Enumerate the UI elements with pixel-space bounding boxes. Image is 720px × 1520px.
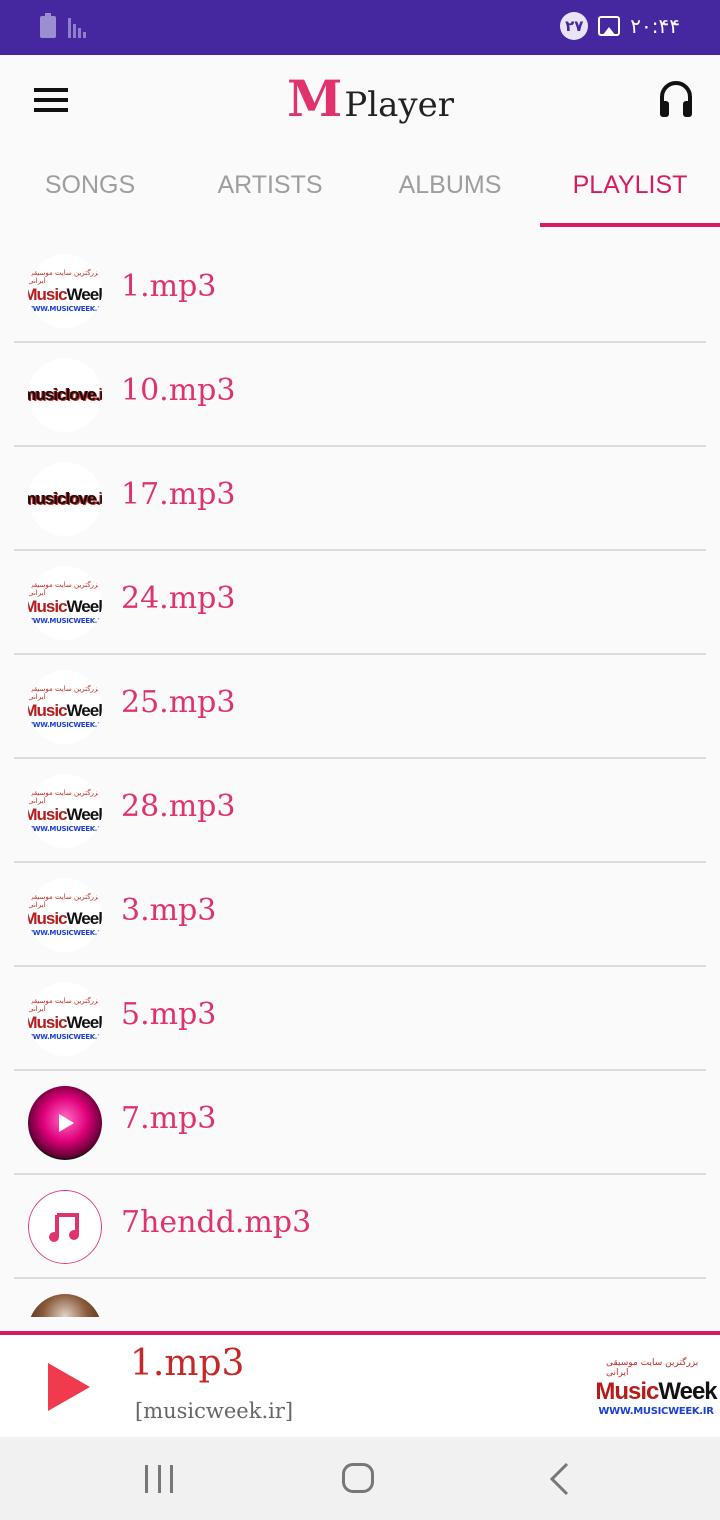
track-thumbnail: بزرگترین سایت موسیقی ایرانیMusicWeekWWW.… (28, 774, 102, 848)
track-name: 1.mp3 (121, 269, 217, 304)
home-icon[interactable] (342, 1463, 374, 1493)
tab-albums[interactable]: ALBUMS (360, 143, 540, 227)
track-thumbnail (28, 1086, 102, 1160)
musicweek-logo: بزرگترین سایت موسیقی ایرانیMusicWeekWWW.… (28, 581, 102, 625)
track-thumbnail (28, 1190, 102, 1264)
status-left (40, 13, 86, 38)
track-name: 17.mp3 (121, 477, 236, 512)
headphones-icon[interactable] (658, 79, 694, 119)
gallery-icon (598, 16, 621, 36)
playlist-item[interactable]: بزرگترین سایت موسیقی ایرانیMusicWeekWWW.… (0, 655, 720, 759)
track-name: 3.mp3 (121, 893, 217, 928)
track-thumbnail: musiclove.ir (28, 358, 102, 432)
playlist-item[interactable]: musiclove.ir 17.mp3 (0, 447, 720, 551)
photo-art (28, 1294, 102, 1317)
track-thumbnail: بزرگترین سایت موسیقی ایرانیMusicWeekWWW.… (28, 878, 102, 952)
playlist-list[interactable]: بزرگترین سایت موسیقی ایرانیMusicWeekWWW.… (0, 239, 720, 1317)
music-note-icon (28, 1190, 102, 1264)
track-thumbnail: musiclove.ir (28, 462, 102, 536)
playlist-item[interactable]: بزرگترین سایت موسیقی ایرانیMusicWeekWWW.… (0, 759, 720, 863)
playlist-item[interactable]: 7.mp3 (0, 1071, 720, 1175)
track-thumbnail: بزرگترین سایت موسیقی ایرانیMusicWeekWWW.… (28, 566, 102, 640)
now-playing-album-art[interactable]: بزرگترین سایت موسیقی ایرانی MusicWeek WW… (595, 1339, 717, 1435)
tab-artists[interactable]: ARTISTS (180, 143, 360, 227)
track-thumbnail (28, 1294, 102, 1317)
track-thumbnail: بزرگترین سایت موسیقی ایرانیMusicWeekWWW.… (28, 254, 102, 328)
playlist-item[interactable]: بزرگترین سایت موسیقی ایرانیMusicWeekWWW.… (0, 551, 720, 655)
system-nav-bar (0, 1437, 720, 1520)
app-toolbar: M Player (0, 55, 720, 143)
status-right: ٢٧ ٢٠:۴۴ (560, 12, 680, 40)
hamburger-menu-icon[interactable] (34, 88, 70, 112)
musicweek-logo: بزرگترین سایت موسیقی ایرانیMusicWeekWWW.… (28, 685, 102, 729)
tab-playlist[interactable]: PLAYLIST (540, 143, 720, 227)
now-playing-artist: [musicweek.ir] (135, 1399, 294, 1423)
now-playing-title: 1.mp3 (130, 1343, 245, 1384)
now-playing-bar[interactable]: 1.mp3 [musicweek.ir] بزرگترین سایت موسیق… (0, 1331, 720, 1437)
track-name: 10.mp3 (121, 373, 236, 408)
musicweek-logo-url: WWW.MUSICWEEK.IR (598, 1405, 714, 1417)
musicweek-logo: بزرگترین سایت موسیقی ایرانیMusicWeekWWW.… (28, 789, 102, 833)
track-thumbnail: بزرگترین سایت موسیقی ایرانیMusicWeekWWW.… (28, 982, 102, 1056)
status-bar: ٢٧ ٢٠:۴۴ (0, 0, 720, 55)
app-title-rest: Player (344, 85, 454, 125)
back-icon[interactable] (548, 1461, 570, 1497)
track-name: 7hendd.mp3 (121, 1205, 312, 1240)
musicweek-logo-farsi: بزرگترین سایت موسیقی ایرانی (606, 1357, 699, 1378)
recents-icon[interactable] (145, 1465, 173, 1493)
tab-bar: SONGS ARTISTS ALBUMS PLAYLIST (0, 143, 720, 227)
track-name: 25.mp3 (121, 685, 236, 720)
status-time: ٢٠:۴۴ (630, 14, 680, 38)
musicweek-logo: بزرگترین سایت موسیقی ایرانیMusicWeekWWW.… (28, 269, 102, 313)
app-title: M Player (287, 69, 454, 128)
signal-icon (68, 16, 86, 38)
track-name: 7.mp3 (121, 1101, 217, 1136)
battery-icon (40, 13, 56, 38)
musicweek-logo-name: MusicWeek (595, 1377, 717, 1405)
play-icon[interactable] (46, 1361, 92, 1413)
pink-play-button-art (28, 1086, 102, 1160)
tab-songs[interactable]: SONGS (0, 143, 180, 227)
playlist-item[interactable]: musiclove.ir 10.mp3 (0, 343, 720, 447)
track-name: 28.mp3 (121, 789, 236, 824)
playlist-item[interactable]: 7hendd.mp3 (0, 1175, 720, 1279)
track-thumbnail: بزرگترین سایت موسیقی ایرانیMusicWeekWWW.… (28, 670, 102, 744)
playlist-item[interactable]: بزرگترین سایت موسیقی ایرانیMusicWeekWWW.… (0, 239, 720, 343)
musicweek-logo: بزرگترین سایت موسیقی ایرانیMusicWeekWWW.… (28, 997, 102, 1041)
playlist-item[interactable] (0, 1279, 720, 1317)
playlist-item[interactable]: بزرگترین سایت موسیقی ایرانیMusicWeekWWW.… (0, 863, 720, 967)
musiclove-logo: musiclove.ir (28, 489, 102, 508)
track-name: 5.mp3 (121, 997, 217, 1032)
musicweek-logo: بزرگترین سایت موسیقی ایرانی MusicWeek WW… (595, 1339, 717, 1435)
musicweek-logo: بزرگترین سایت موسیقی ایرانیMusicWeekWWW.… (28, 893, 102, 937)
app-title-initial: M (287, 69, 343, 128)
track-name: 24.mp3 (121, 581, 236, 616)
notification-count-badge: ٢٧ (560, 12, 589, 40)
musiclove-logo: musiclove.ir (28, 385, 102, 404)
playlist-item[interactable]: بزرگترین سایت موسیقی ایرانیMusicWeekWWW.… (0, 967, 720, 1071)
